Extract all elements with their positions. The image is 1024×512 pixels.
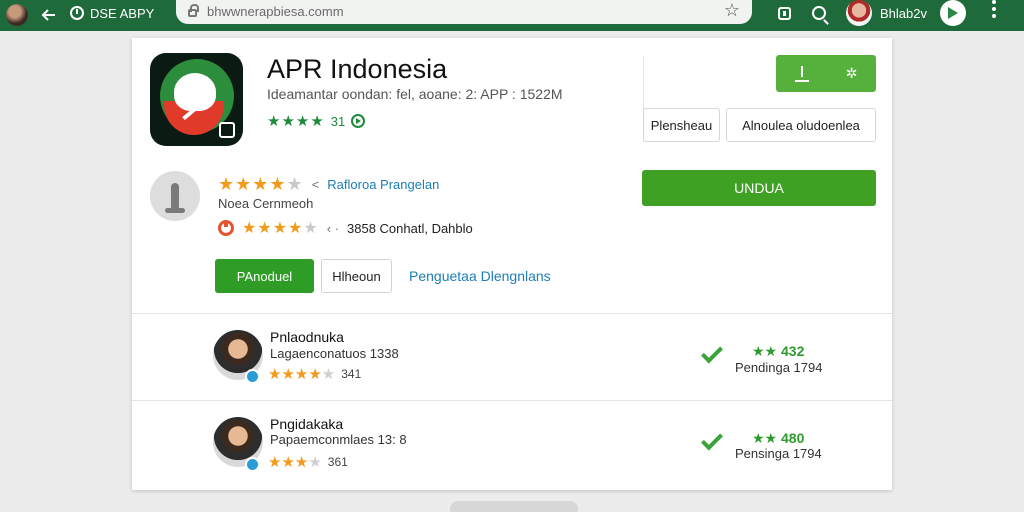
reviewer-stars: ★★★★ xyxy=(268,454,322,471)
download-icon xyxy=(794,65,809,82)
text-link[interactable]: Penguetaa Dlengnlans xyxy=(409,268,551,284)
review-secondary: ★★★★★ ‹ · 3858 Conhatl, Dahblo xyxy=(218,218,473,238)
reviewer-avatar-icon xyxy=(150,171,200,221)
review-score: ★★ 480 xyxy=(752,430,805,446)
install-button[interactable]: ✲ xyxy=(776,55,876,92)
clock-icon xyxy=(70,6,84,20)
browser-toolbar: DSE ABPY bhwwnerapbiesa.comm ☆ Bhlab2v xyxy=(0,0,1024,31)
app-subtitle: Ideamantar oondan: fel, aoane: 2: APP : … xyxy=(267,86,563,102)
bookmark-star-icon[interactable]: ☆ xyxy=(724,0,740,21)
review-score-sub: Pensinga 1794 xyxy=(735,446,822,461)
reviewer-stars-row: ★★★★ 361 xyxy=(268,453,348,471)
alnoulea-button[interactable]: Alnoulea oludoenlea xyxy=(726,108,876,142)
reviewer-count: 341 xyxy=(341,367,362,381)
tab-chip[interactable]: DSE ABPY xyxy=(70,2,154,24)
more-menu-icon[interactable] xyxy=(988,0,1000,26)
divider-1 xyxy=(132,313,892,314)
app-title: APR Indonesia xyxy=(267,54,448,84)
secondary-meta: 3858 Conhatl, Dahblo xyxy=(347,220,473,236)
secondary-button[interactable]: Hlheoun xyxy=(321,259,392,293)
review-score: ★★ 432 xyxy=(752,343,805,359)
review-header: ★★★★★ < Rafloroa Prangelan xyxy=(218,174,439,195)
reviewer-stars: ★★★★★ xyxy=(268,366,336,383)
reviewer-count: 361 xyxy=(327,455,348,469)
share-icon-2[interactable]: ‹ · xyxy=(327,221,339,236)
secondary-stars: ★★★★★ xyxy=(242,220,319,237)
verified-icon xyxy=(245,369,260,384)
url-text: bhwwnerapbiesa.comm xyxy=(207,3,344,19)
share-icon[interactable]: < xyxy=(312,177,320,192)
tab-title: DSE ABPY xyxy=(90,5,155,21)
lock-icon xyxy=(188,4,199,17)
play-circle-icon[interactable] xyxy=(351,114,366,128)
address-bar[interactable]: bhwwnerapbiesa.comm ☆ xyxy=(176,0,752,24)
review-link[interactable]: Rafloroa Prangelan xyxy=(327,177,439,192)
review-score-sub: Pendinga 1794 xyxy=(735,360,823,375)
reviewer-name: Pnlaodnuka xyxy=(270,329,344,345)
rating-count: 31 xyxy=(330,113,346,129)
user-avatar-icon[interactable] xyxy=(6,4,28,26)
app-logo-icon xyxy=(150,53,243,146)
scroll-pill[interactable] xyxy=(450,501,578,512)
review-meta: Noea Cernmeoh xyxy=(218,196,314,211)
verified-icon xyxy=(245,457,260,472)
update-button[interactable]: UNDUA xyxy=(642,170,876,206)
profile-name[interactable]: Bhlab2v xyxy=(880,0,927,26)
reviewer-name: Pngidakaka xyxy=(270,416,344,432)
divider-2 xyxy=(132,400,892,401)
reviewer-line: Papaemconmlaes 13: 8 xyxy=(270,432,407,447)
review-stars: ★★★★★ xyxy=(218,174,304,194)
media-play-icon[interactable] xyxy=(940,0,966,26)
app-rating: ★★★★ 31 xyxy=(267,112,366,130)
plensheau-button[interactable]: Plensheau xyxy=(643,108,720,142)
extension-icon[interactable] xyxy=(778,0,798,26)
primary-button[interactable]: PAnoduel xyxy=(215,259,314,293)
reviewer-line: Lagaenconatuos 1338 xyxy=(270,346,399,361)
settings-icon: ✲ xyxy=(845,65,858,81)
search-icon[interactable] xyxy=(812,0,826,26)
reviewer-stars-row: ★★★★★ 341 xyxy=(268,365,361,383)
rating-stars: ★★★★ xyxy=(267,113,325,130)
profile-avatar[interactable] xyxy=(846,0,872,26)
back-arrow-icon[interactable] xyxy=(38,4,60,26)
badge-icon xyxy=(218,220,234,236)
